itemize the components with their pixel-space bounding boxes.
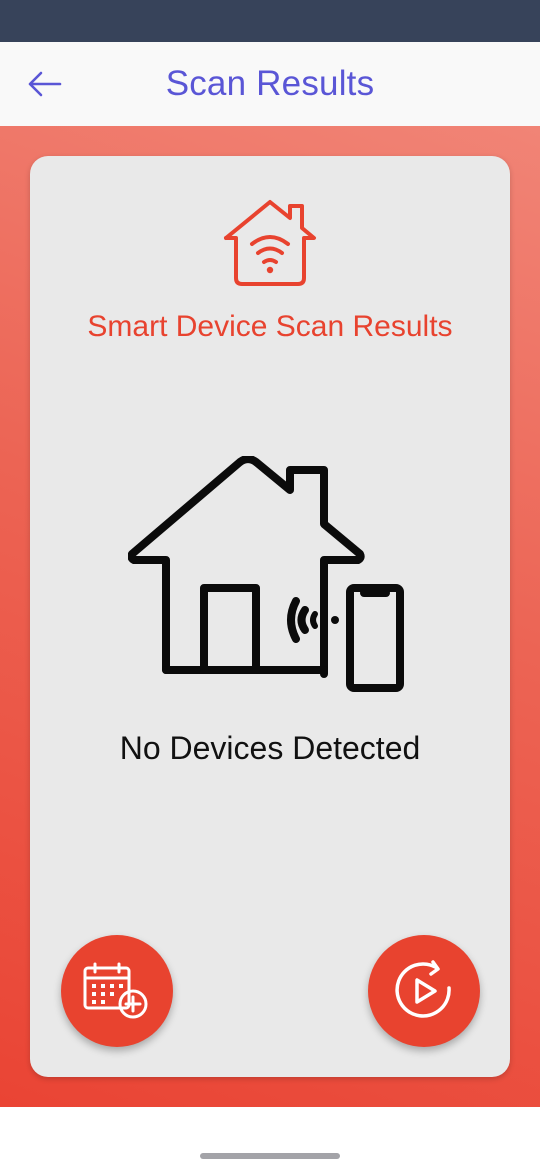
status-bar bbox=[0, 0, 540, 42]
page-title: Scan Results bbox=[165, 64, 375, 103]
empty-state-message: No Devices Detected bbox=[119, 730, 421, 766]
arrow-left-icon bbox=[28, 71, 62, 97]
home-indicator[interactable] bbox=[200, 1153, 340, 1159]
rescan-button[interactable] bbox=[368, 935, 480, 1047]
calendar-add-icon bbox=[83, 962, 148, 1019]
system-nav-area bbox=[0, 1107, 540, 1170]
schedule-scan-button[interactable] bbox=[61, 935, 173, 1047]
back-button[interactable] bbox=[22, 64, 66, 104]
card-title: Smart Device Scan Results bbox=[87, 310, 453, 343]
house-with-phone-signal-illustration bbox=[128, 456, 404, 692]
smart-home-wifi-icon bbox=[224, 200, 316, 286]
replay-play-icon bbox=[395, 960, 451, 1018]
app-bar: Scan Results bbox=[0, 42, 540, 126]
